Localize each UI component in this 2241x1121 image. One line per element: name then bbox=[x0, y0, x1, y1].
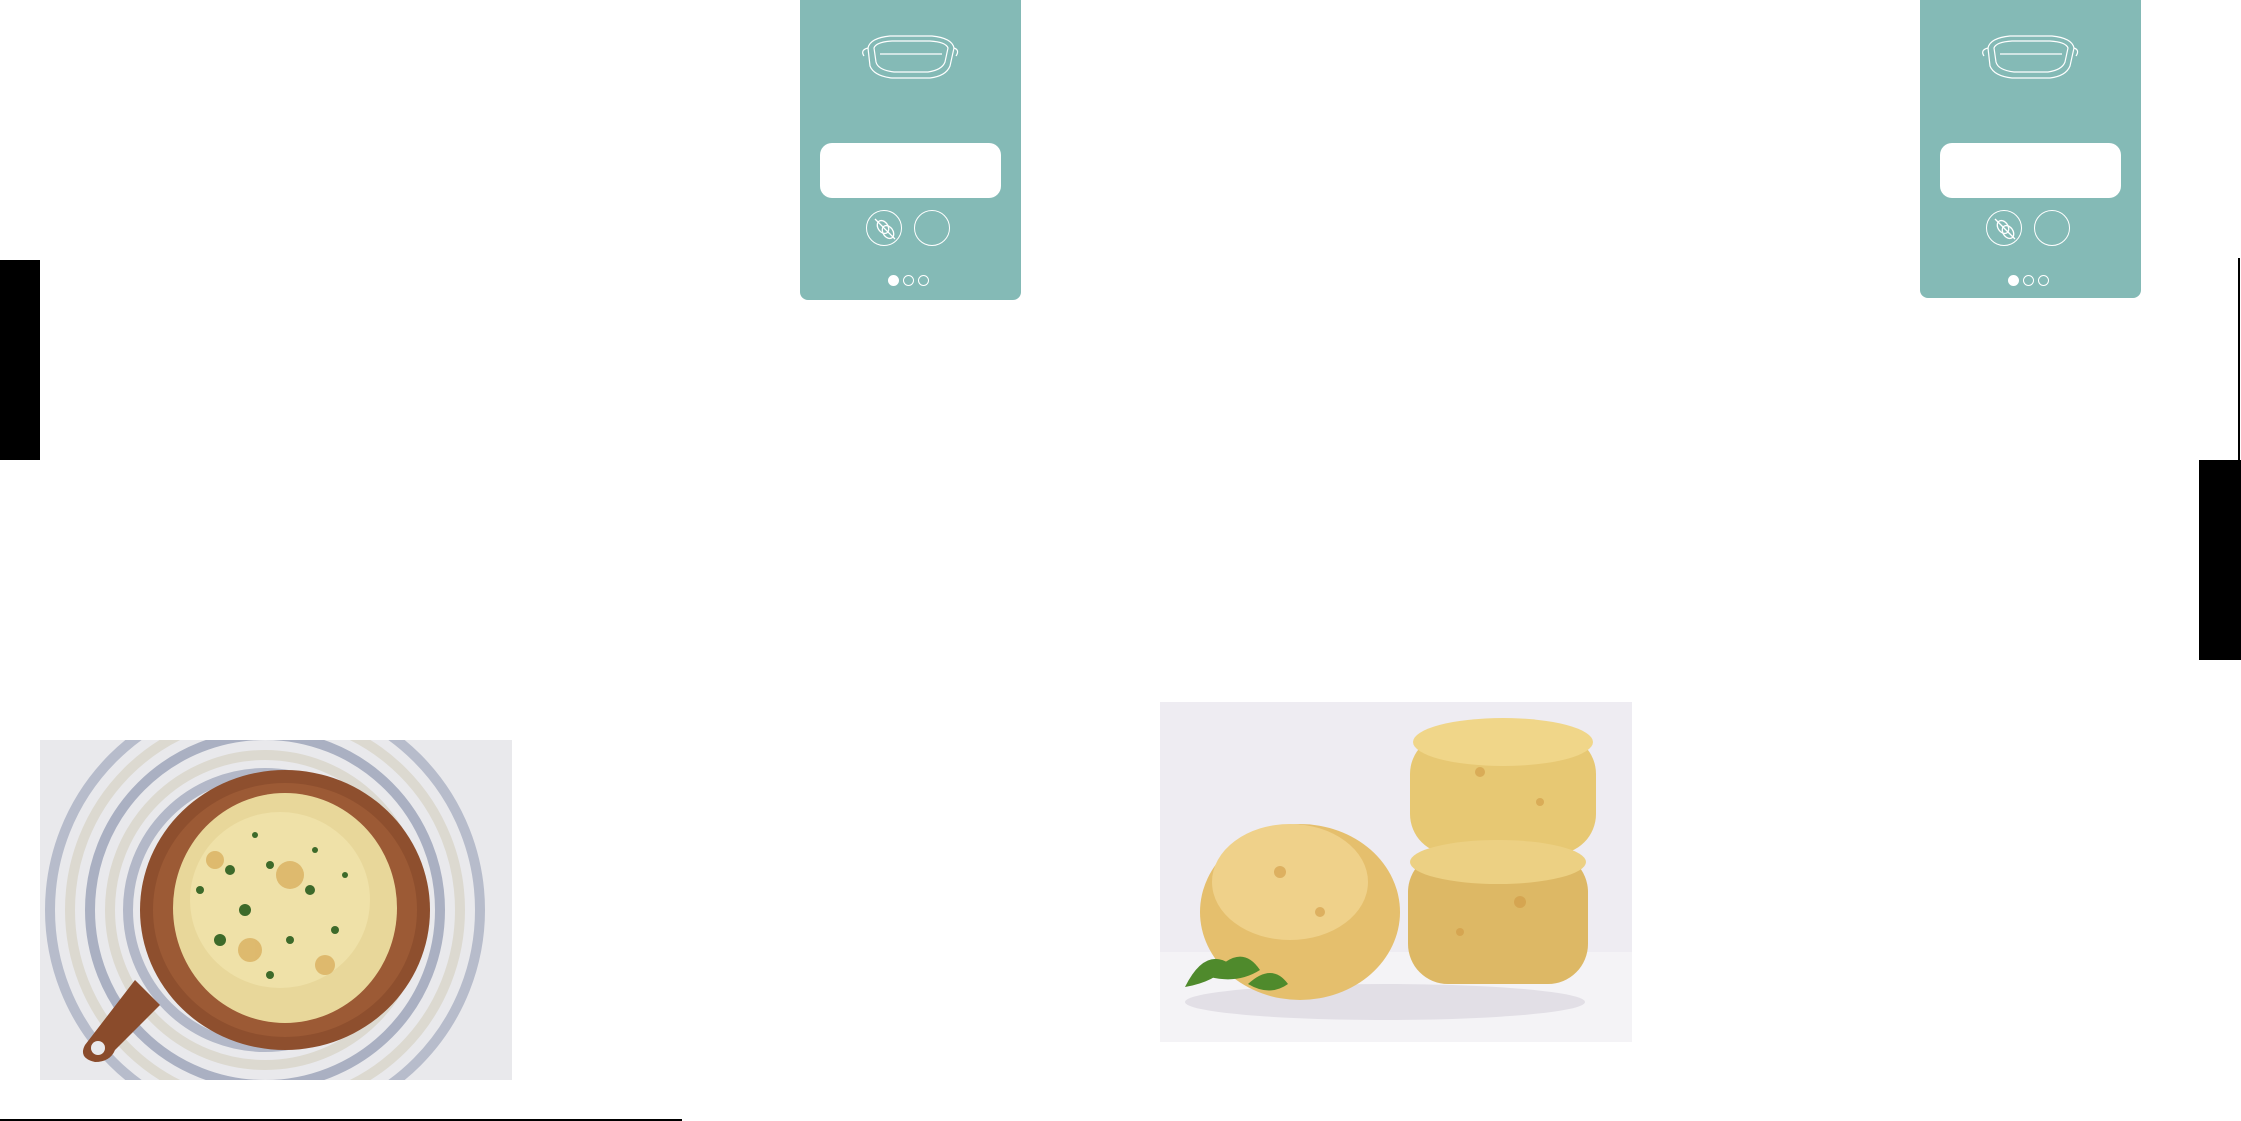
blank-circle-icon bbox=[2034, 210, 2070, 246]
pagination-dot bbox=[888, 275, 899, 286]
flatbread-photo bbox=[40, 740, 512, 1080]
pagination-dot bbox=[2038, 275, 2049, 286]
pagination-dots bbox=[2008, 275, 2049, 287]
recipe-info-panel-right bbox=[1920, 0, 2141, 298]
pagination-dot bbox=[903, 275, 914, 286]
scones-photo bbox=[1160, 702, 1632, 1042]
edge-rule-right bbox=[2238, 258, 2240, 462]
side-tab-left bbox=[0, 260, 40, 460]
pagination-dot bbox=[2023, 275, 2034, 286]
nut-free-icon bbox=[866, 210, 902, 246]
pagination-dot bbox=[2008, 275, 2019, 286]
recipe-label-box bbox=[820, 143, 1001, 198]
nut-free-icon bbox=[1986, 210, 2022, 246]
blank-circle-icon bbox=[914, 210, 950, 246]
baking-dish-icon bbox=[860, 26, 960, 86]
recipe-info-panel-left bbox=[800, 0, 1021, 300]
recipe-label-box bbox=[1940, 143, 2121, 198]
baking-dish-icon bbox=[1980, 26, 2080, 86]
pagination-dots bbox=[888, 275, 929, 287]
side-tab-right bbox=[2199, 460, 2241, 660]
pagination-dot bbox=[918, 275, 929, 286]
